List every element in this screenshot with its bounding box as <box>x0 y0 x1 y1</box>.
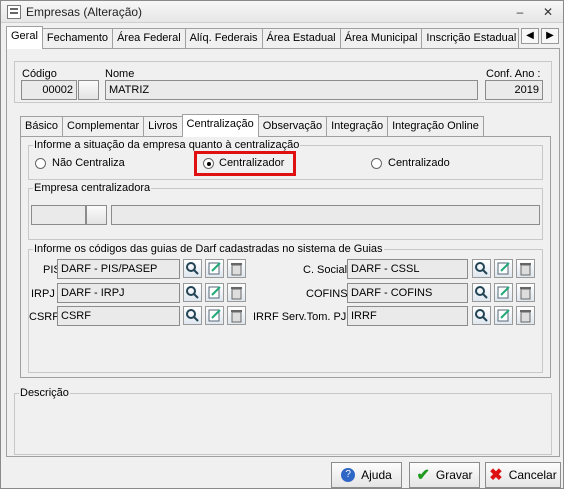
subtab-integracao-online[interactable]: Integração Online <box>387 116 484 137</box>
trash-icon[interactable] <box>516 306 535 325</box>
descricao-label: Descrição <box>19 387 70 399</box>
main-tab-bar: Geral Fechamento Área Federal Alíq. Fede… <box>6 26 520 50</box>
csrf-label: CSRF <box>29 311 59 323</box>
cofins-label: COFINS <box>306 288 348 300</box>
cancelar-button[interactable]: ✖ Cancelar <box>485 462 561 488</box>
search-icon[interactable] <box>183 259 202 278</box>
gravar-label: Gravar <box>435 468 473 482</box>
ajuda-button[interactable]: ? Ajuda <box>331 462 402 488</box>
tab-inscricao-estadual[interactable]: Inscrição Estadual S <box>421 28 520 49</box>
search-icon[interactable] <box>183 306 202 325</box>
centralizacao-group-title: Informe a situação da empresa quanto à c… <box>33 139 301 151</box>
radio-nao-centraliza[interactable] <box>35 158 46 169</box>
tab-aliq-federais[interactable]: Alíq. Federais <box>184 28 263 49</box>
irrf-label: IRRF Serv.Tom. PJ <box>253 311 347 323</box>
conf-ano-field[interactable]: 2019 <box>485 80 543 100</box>
tab-geral[interactable]: Geral <box>6 26 43 49</box>
darf-group-title: Informe os códigos das guias de Darf cad… <box>33 243 384 255</box>
empresa-centralizadora-lookup-button[interactable] <box>86 205 107 225</box>
subtab-complementar[interactable]: Complementar <box>62 116 145 137</box>
subtab-centralizacao[interactable]: Centralização <box>181 114 259 137</box>
help-icon: ? <box>341 468 356 482</box>
scroll-left-icon[interactable]: ◀ <box>521 28 539 44</box>
empresa-centralizadora-name-field[interactable] <box>111 205 540 225</box>
cancel-icon: ✖ <box>489 467 503 484</box>
radio-centralizado[interactable] <box>371 158 382 169</box>
tab-area-federal[interactable]: Área Federal <box>112 28 186 49</box>
edit-icon[interactable] <box>494 306 513 325</box>
ajuda-label: Ajuda <box>361 468 392 482</box>
search-icon[interactable] <box>472 259 491 278</box>
codigo-lookup-button[interactable] <box>78 80 99 100</box>
subtab-basico[interactable]: Básico <box>20 116 64 137</box>
title-bar: Empresas (Alteração) – ✕ <box>1 1 563 23</box>
nome-label: Nome <box>105 68 135 80</box>
window-icon <box>7 5 21 19</box>
trash-icon[interactable] <box>227 259 246 278</box>
tab-area-municipal[interactable]: Área Municipal <box>339 28 423 49</box>
subtab-integracao[interactable]: Integração <box>326 116 389 137</box>
c-social-field[interactable]: DARF - CSSL <box>347 259 468 279</box>
nome-field[interactable]: MATRIZ <box>105 80 478 100</box>
sub-tab-page: Informe a situação da empresa quanto à c… <box>20 136 551 378</box>
nao-centraliza-label: Não Centraliza <box>52 157 125 169</box>
codigo-field[interactable]: 00002 <box>21 80 77 100</box>
close-button[interactable]: ✕ <box>539 4 557 20</box>
search-icon[interactable] <box>472 306 491 325</box>
irpj-field[interactable]: DARF - IRPJ <box>57 283 180 303</box>
subtab-observacao[interactable]: Observação <box>257 116 328 137</box>
edit-icon[interactable] <box>205 306 224 325</box>
empresa-centralizadora-title: Empresa centralizadora <box>33 182 152 194</box>
search-icon[interactable] <box>183 283 202 302</box>
pis-field[interactable]: DARF - PIS/PASEP <box>57 259 180 279</box>
minimize-button[interactable]: – <box>511 4 529 20</box>
edit-icon[interactable] <box>494 283 513 302</box>
tab-area-estadual[interactable]: Área Estadual <box>261 28 341 49</box>
window-title: Empresas (Alteração) <box>26 5 143 19</box>
c-social-label: C. Social <box>303 264 348 276</box>
centralizado-label: Centralizado <box>388 157 450 169</box>
cancelar-label: Cancelar <box>508 468 557 482</box>
edit-icon[interactable] <box>205 259 224 278</box>
empresa-centralizadora-code-field[interactable] <box>31 205 86 225</box>
check-icon: ✔ <box>416 467 430 484</box>
app-window: Empresas (Alteração) – ✕ Geral Fechament… <box>0 0 564 489</box>
tab-fechamento[interactable]: Fechamento <box>41 28 114 49</box>
gravar-button[interactable]: ✔ Gravar <box>409 462 480 488</box>
centralizador-label: Centralizador <box>219 157 285 169</box>
radio-centralizador[interactable] <box>203 158 214 169</box>
main-tab-page: Código 00002 Nome MATRIZ Conf. Ano : 201… <box>6 48 560 457</box>
trash-icon[interactable] <box>516 259 535 278</box>
cofins-field[interactable]: DARF - COFINS <box>347 283 468 303</box>
tab-scroll-arrows: ◀ ▶ <box>521 28 561 44</box>
conf-ano-label: Conf. Ano : <box>486 68 541 80</box>
irrf-field[interactable]: IRRF <box>347 306 468 326</box>
trash-icon[interactable] <box>227 283 246 302</box>
scroll-right-icon[interactable]: ▶ <box>541 28 559 44</box>
codigo-label: Código <box>22 68 57 80</box>
csrf-field[interactable]: CSRF <box>57 306 180 326</box>
descricao-field[interactable] <box>17 404 549 452</box>
edit-icon[interactable] <box>494 259 513 278</box>
edit-icon[interactable] <box>205 283 224 302</box>
trash-icon[interactable] <box>516 283 535 302</box>
sub-tab-bar: Básico Complementar Livros Centralização… <box>20 114 484 138</box>
trash-icon[interactable] <box>227 306 246 325</box>
irpj-label: IRPJ <box>31 288 55 300</box>
search-icon[interactable] <box>472 283 491 302</box>
subtab-livros[interactable]: Livros <box>143 116 183 137</box>
